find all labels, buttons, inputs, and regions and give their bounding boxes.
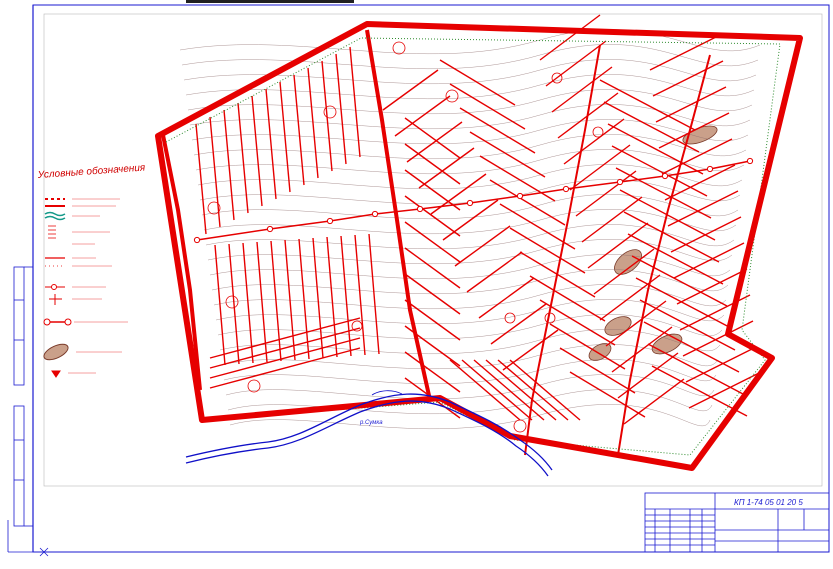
contour-line — [181, 44, 759, 70]
cad-viewport[interactable]: р.Сумка Условные обозначения КП 1-74 05 … — [0, 0, 833, 564]
drawing-sheet: р.Сумка Условные обозначения КП 1-74 05 … — [7, 0, 830, 557]
drain-east-a — [569, 371, 646, 418]
drain-east-a — [509, 227, 586, 274]
drain-central-a — [418, 147, 475, 189]
side-filing-strip — [13, 266, 33, 527]
drain-left-lower — [242, 242, 254, 364]
drain-central-a — [502, 329, 559, 371]
river-label: р.Сумка — [359, 420, 383, 426]
drain-east-b — [581, 196, 643, 243]
contour-line — [191, 119, 749, 145]
drain-south — [209, 317, 361, 359]
contour-line — [183, 59, 757, 85]
drain-far-b — [649, 34, 721, 71]
drain-far-b — [652, 60, 724, 97]
drain-east-a — [529, 275, 606, 322]
pipeline-node — [706, 165, 714, 173]
drain-south — [209, 327, 361, 369]
drain-left-upper — [265, 88, 277, 200]
drain-central-a — [406, 121, 463, 163]
drain-central-a — [478, 277, 535, 319]
drain-left-lower — [270, 240, 282, 362]
drain-east-a — [489, 179, 566, 226]
drain-central-a — [382, 69, 439, 111]
drain-central-a — [490, 303, 547, 345]
drain-central-a — [454, 225, 511, 267]
pipeline-node — [562, 185, 570, 193]
drain-left-upper — [251, 95, 263, 207]
drain-far-a — [599, 79, 696, 131]
drain-far-a — [647, 343, 744, 395]
drain-central-a — [466, 251, 523, 293]
drain-left-upper — [349, 46, 361, 158]
drain-central-b — [404, 117, 461, 159]
secondary-collectors — [524, 44, 711, 456]
pipeline-node — [516, 192, 524, 200]
drain-left-upper — [195, 123, 207, 235]
drain-far-a — [639, 299, 736, 351]
pipeline-node — [416, 205, 424, 213]
swamp-patch — [614, 249, 642, 275]
viewport-top-edge — [186, 0, 354, 3]
drain-south — [209, 337, 361, 379]
drain-left-upper — [279, 81, 291, 193]
swamp-patch — [604, 316, 632, 336]
drain-left-lower — [340, 235, 352, 357]
pipeline-node — [466, 199, 474, 207]
drain-central-a — [430, 173, 487, 215]
drain-left-upper — [321, 60, 333, 172]
boundary-dotted-line — [165, 37, 781, 456]
drain-east-b — [623, 378, 685, 425]
pipeline-node — [616, 178, 624, 186]
legend: Условные обозначения — [36, 161, 146, 378]
drain-far-b — [655, 86, 727, 123]
drain-far-a — [603, 101, 700, 153]
drain-left-upper — [223, 109, 235, 221]
drain-central-b — [404, 247, 461, 289]
drain-left-upper — [209, 116, 221, 228]
plot-area-frame — [43, 13, 823, 487]
stamp-code: КП 1-74 05 01 20 5 — [734, 498, 803, 507]
drain-left-lower — [214, 244, 226, 366]
contour-line — [219, 329, 721, 355]
contour-line — [201, 194, 739, 220]
pipeline-node — [746, 157, 754, 165]
drain-central-b — [404, 195, 461, 237]
drain-left-upper — [307, 67, 319, 179]
drain-far-a — [635, 277, 732, 329]
drain-left-lower — [298, 238, 310, 360]
drain-network — [195, 14, 760, 425]
drain-left-lower — [354, 234, 366, 356]
drain-east-a — [459, 107, 536, 154]
drain-central-b — [404, 273, 461, 315]
drain-far-b — [673, 242, 745, 279]
drain-south — [209, 347, 361, 389]
drain-east-b — [563, 118, 625, 165]
drain-east-a — [469, 131, 546, 178]
drain-far-b — [685, 346, 757, 383]
drain-far-b — [667, 190, 739, 227]
legend-title: Условные обозначения — [36, 161, 146, 181]
pipeline-node — [661, 172, 669, 180]
contour-line — [187, 89, 753, 115]
pipeline-node — [371, 210, 379, 218]
legend-texts — [68, 198, 128, 374]
drain-central-b — [404, 221, 461, 263]
drain-central-b — [404, 351, 461, 393]
pipeline-node — [326, 217, 334, 225]
drain-left-lower — [326, 236, 338, 358]
legend-swatches — [43, 198, 72, 378]
pipeline-node — [193, 236, 201, 244]
sheet-border — [32, 4, 830, 553]
pipeline-node — [266, 225, 274, 233]
